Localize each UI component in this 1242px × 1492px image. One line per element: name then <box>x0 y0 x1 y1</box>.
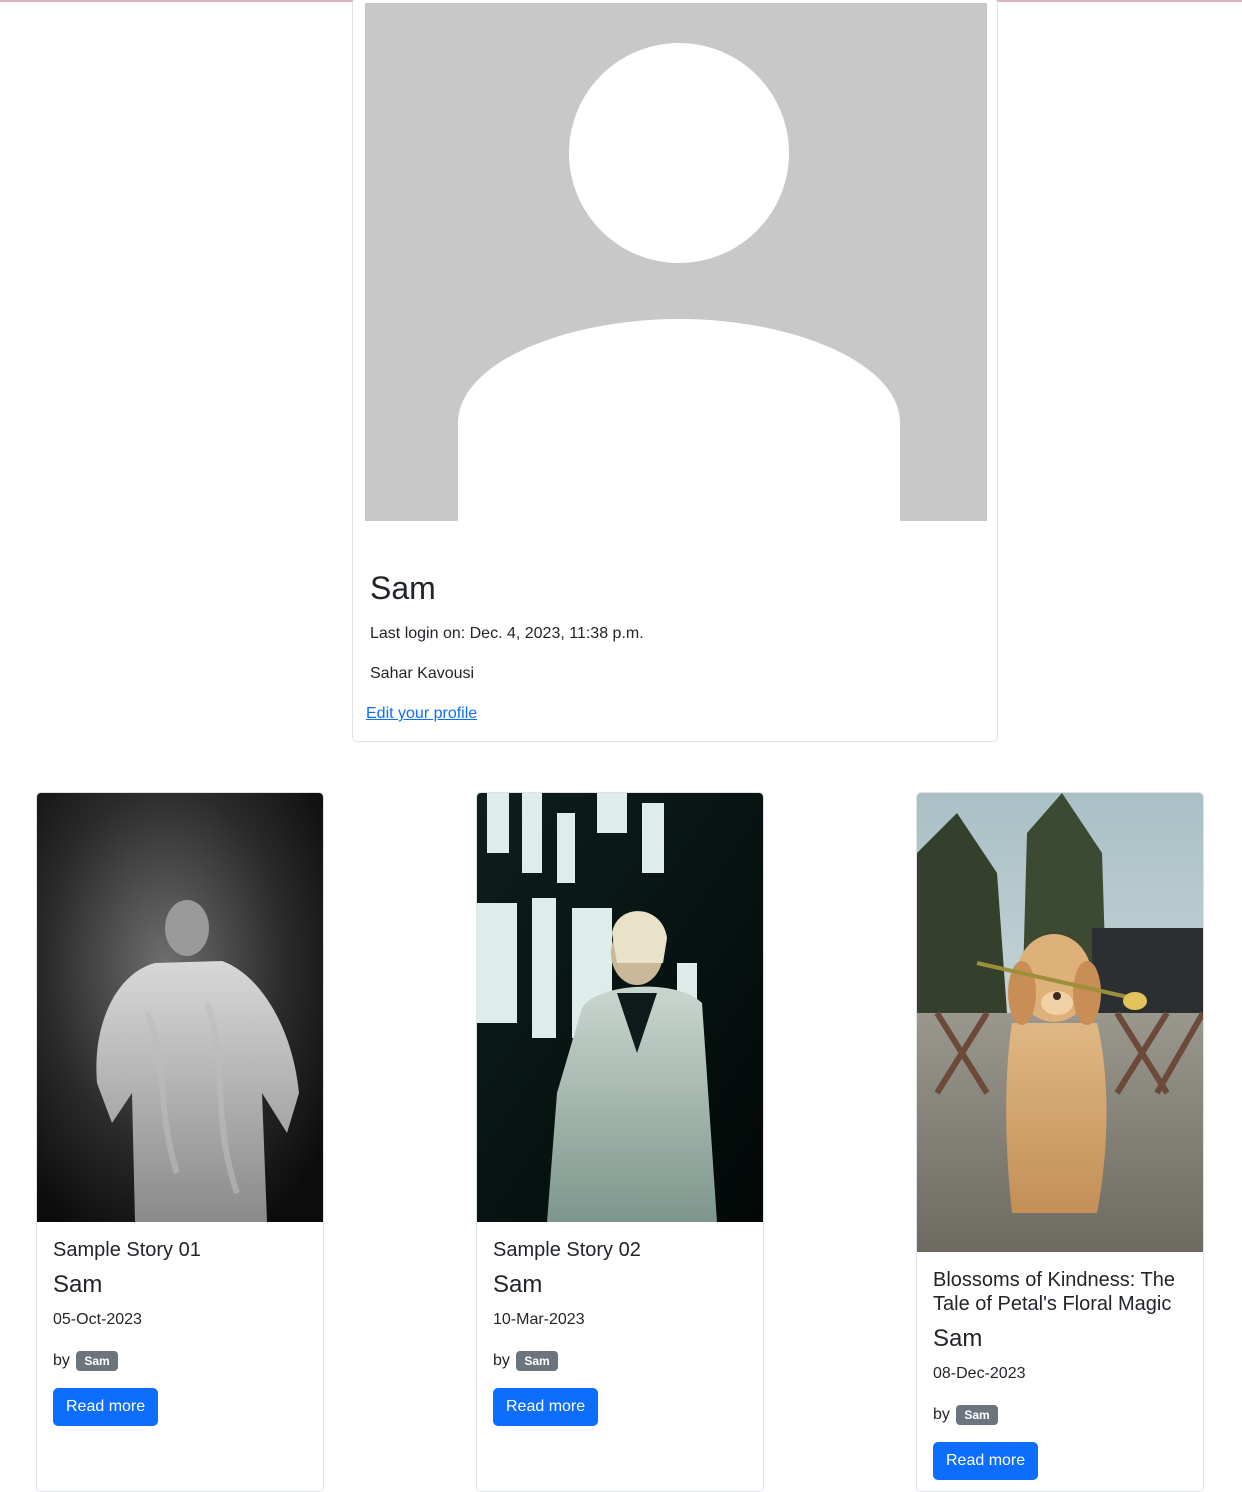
story-card: Blossoms of Kindness: The Tale of Petal'… <box>916 792 1204 1492</box>
story-date: 05-Oct-2023 <box>53 1311 142 1328</box>
read-more-button[interactable]: Read more <box>493 1388 599 1426</box>
profile-full-name: Sahar Kavousi <box>370 665 475 682</box>
read-more-button[interactable]: Read more <box>933 1442 1039 1480</box>
default-user-avatar-icon <box>365 3 987 521</box>
by-label: by <box>493 1352 510 1369</box>
story-title: Blossoms of Kindness: The Tale of Petal'… <box>933 1269 1175 1315</box>
by-label: by <box>933 1406 950 1423</box>
read-more-button[interactable]: Read more <box>53 1388 159 1426</box>
story-card: Sample Story 01 Sam 05-Oct-2023 by Sam R… <box>36 792 324 1492</box>
edit-profile-link[interactable]: Edit your profile <box>366 705 477 723</box>
story-date: 08-Dec-2023 <box>933 1365 1026 1382</box>
author-badge: Sam <box>516 1350 558 1371</box>
story-date: 10-Mar-2023 <box>493 1311 585 1328</box>
puppy-holding-flower-photo-image <box>917 793 1203 1252</box>
story-author: Sam <box>493 1271 543 1298</box>
story-byline: by Sam <box>493 1350 747 1372</box>
woman-in-coat-neon-sign-photo-image <box>477 793 763 1222</box>
story-author: Sam <box>933 1325 983 1352</box>
profile-username: Sam <box>370 570 436 606</box>
story-author: Sam <box>53 1271 103 1298</box>
story-title: Sample Story 01 <box>53 1239 201 1261</box>
woman-in-textured-dress-photo-image <box>37 793 323 1222</box>
story-card: Sample Story 02 Sam 10-Mar-2023 by Sam R… <box>476 792 764 1492</box>
last-login-text: Last login on: Dec. 4, 2023, 11:38 p.m. <box>370 625 644 642</box>
story-byline: by Sam <box>933 1404 1187 1426</box>
by-label: by <box>53 1352 70 1369</box>
story-byline: by Sam <box>53 1350 307 1372</box>
author-badge: Sam <box>956 1404 998 1425</box>
profile-card: Sam Last login on: Dec. 4, 2023, 11:38 p… <box>352 0 998 742</box>
author-badge: Sam <box>76 1350 118 1371</box>
story-title: Sample Story 02 <box>493 1239 641 1261</box>
